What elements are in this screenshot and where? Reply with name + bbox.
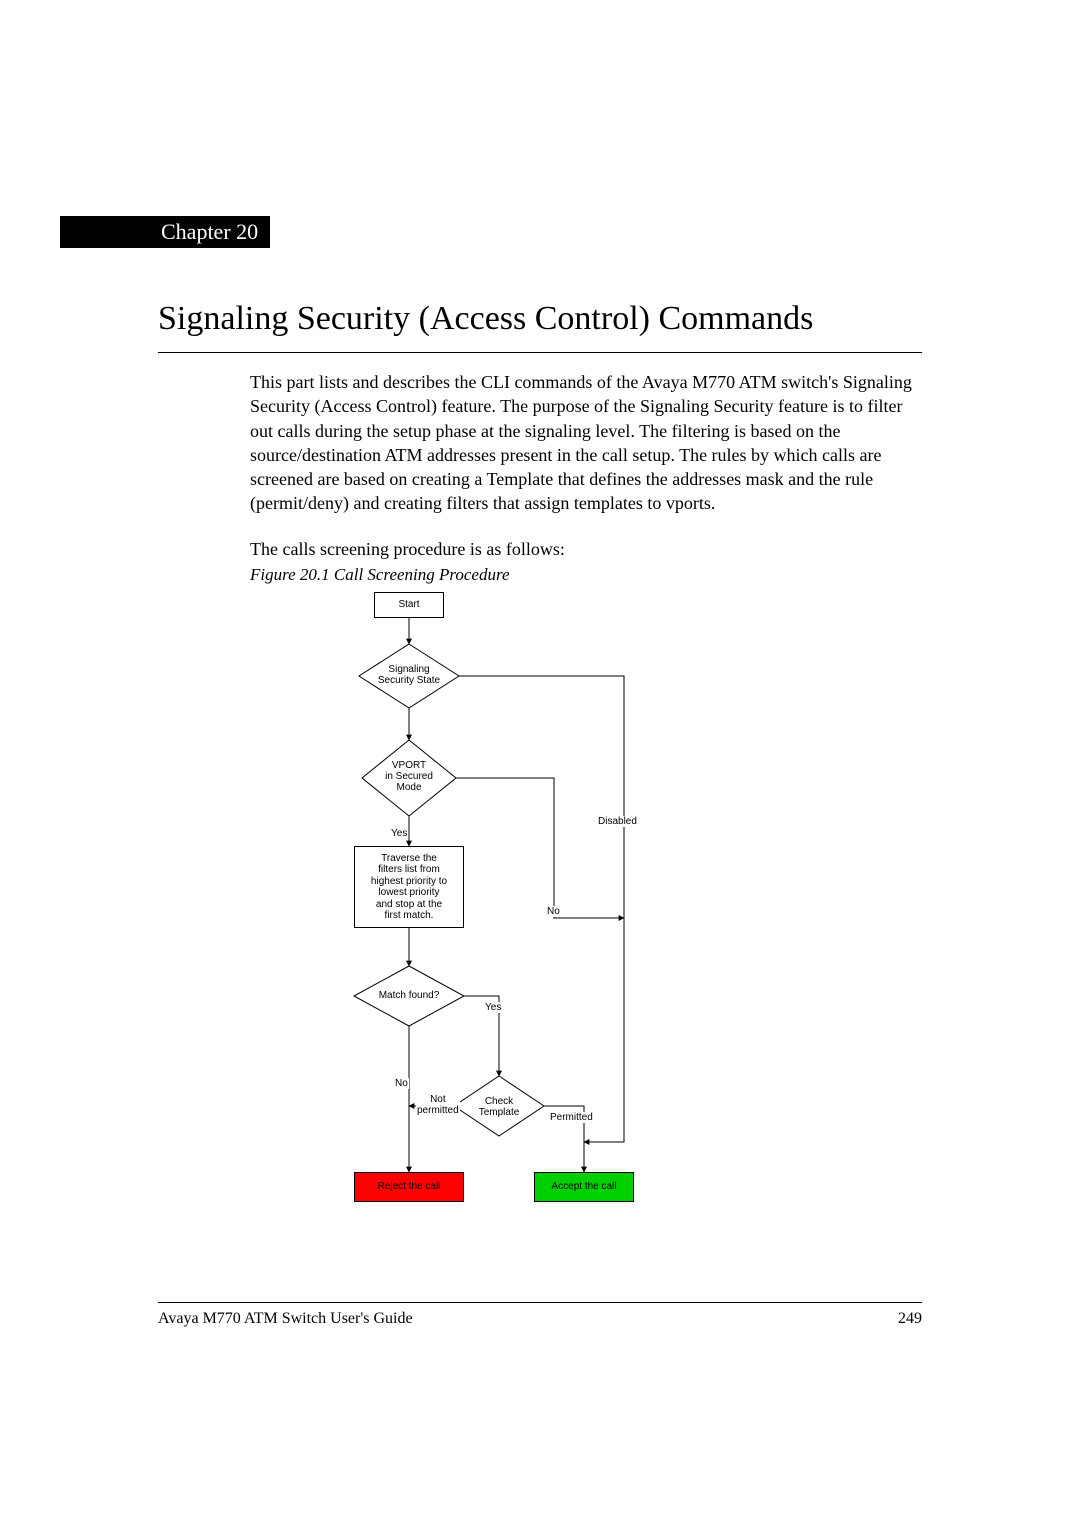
chapter-label: Chapter 20 bbox=[155, 216, 270, 248]
chapter-bar-accent bbox=[60, 216, 155, 248]
title-rule bbox=[158, 352, 922, 353]
flowchart: Start Signaling Security State VPORT in … bbox=[324, 588, 744, 1248]
footer-title: Avaya M770 ATM Switch User's Guide bbox=[158, 1310, 413, 1328]
flow-label-vport-yes: Yes bbox=[390, 828, 408, 839]
chapter-header: Chapter 20 bbox=[60, 216, 270, 248]
intro-paragraph: This part lists and describes the CLI co… bbox=[250, 370, 920, 516]
flow-label-match-yes: Yes bbox=[484, 1002, 502, 1013]
flow-label-match-no: No bbox=[394, 1078, 409, 1089]
flow-label-disabled: Disabled bbox=[597, 816, 638, 827]
flow-start: Start bbox=[374, 592, 444, 618]
page-number: 249 bbox=[898, 1310, 922, 1328]
figure-caption: Figure 20.1 Call Screening Procedure bbox=[250, 565, 510, 585]
flow-label-not-permitted: Not permitted bbox=[416, 1094, 460, 1116]
page-footer: Avaya M770 ATM Switch User's Guide 249 bbox=[158, 1310, 922, 1328]
footer-rule bbox=[158, 1302, 922, 1303]
flow-label-permitted: Permitted bbox=[549, 1112, 594, 1123]
page-title: Signaling Security (Access Control) Comm… bbox=[158, 300, 813, 338]
flow-reject: Reject the call bbox=[354, 1172, 464, 1202]
flow-accept: Accept the call bbox=[534, 1172, 634, 1202]
flow-traverse: Traverse the filters list from highest p… bbox=[354, 846, 464, 928]
lead-in-sentence: The calls screening procedure is as foll… bbox=[250, 537, 920, 561]
flow-label-vport-no: No bbox=[546, 906, 561, 917]
